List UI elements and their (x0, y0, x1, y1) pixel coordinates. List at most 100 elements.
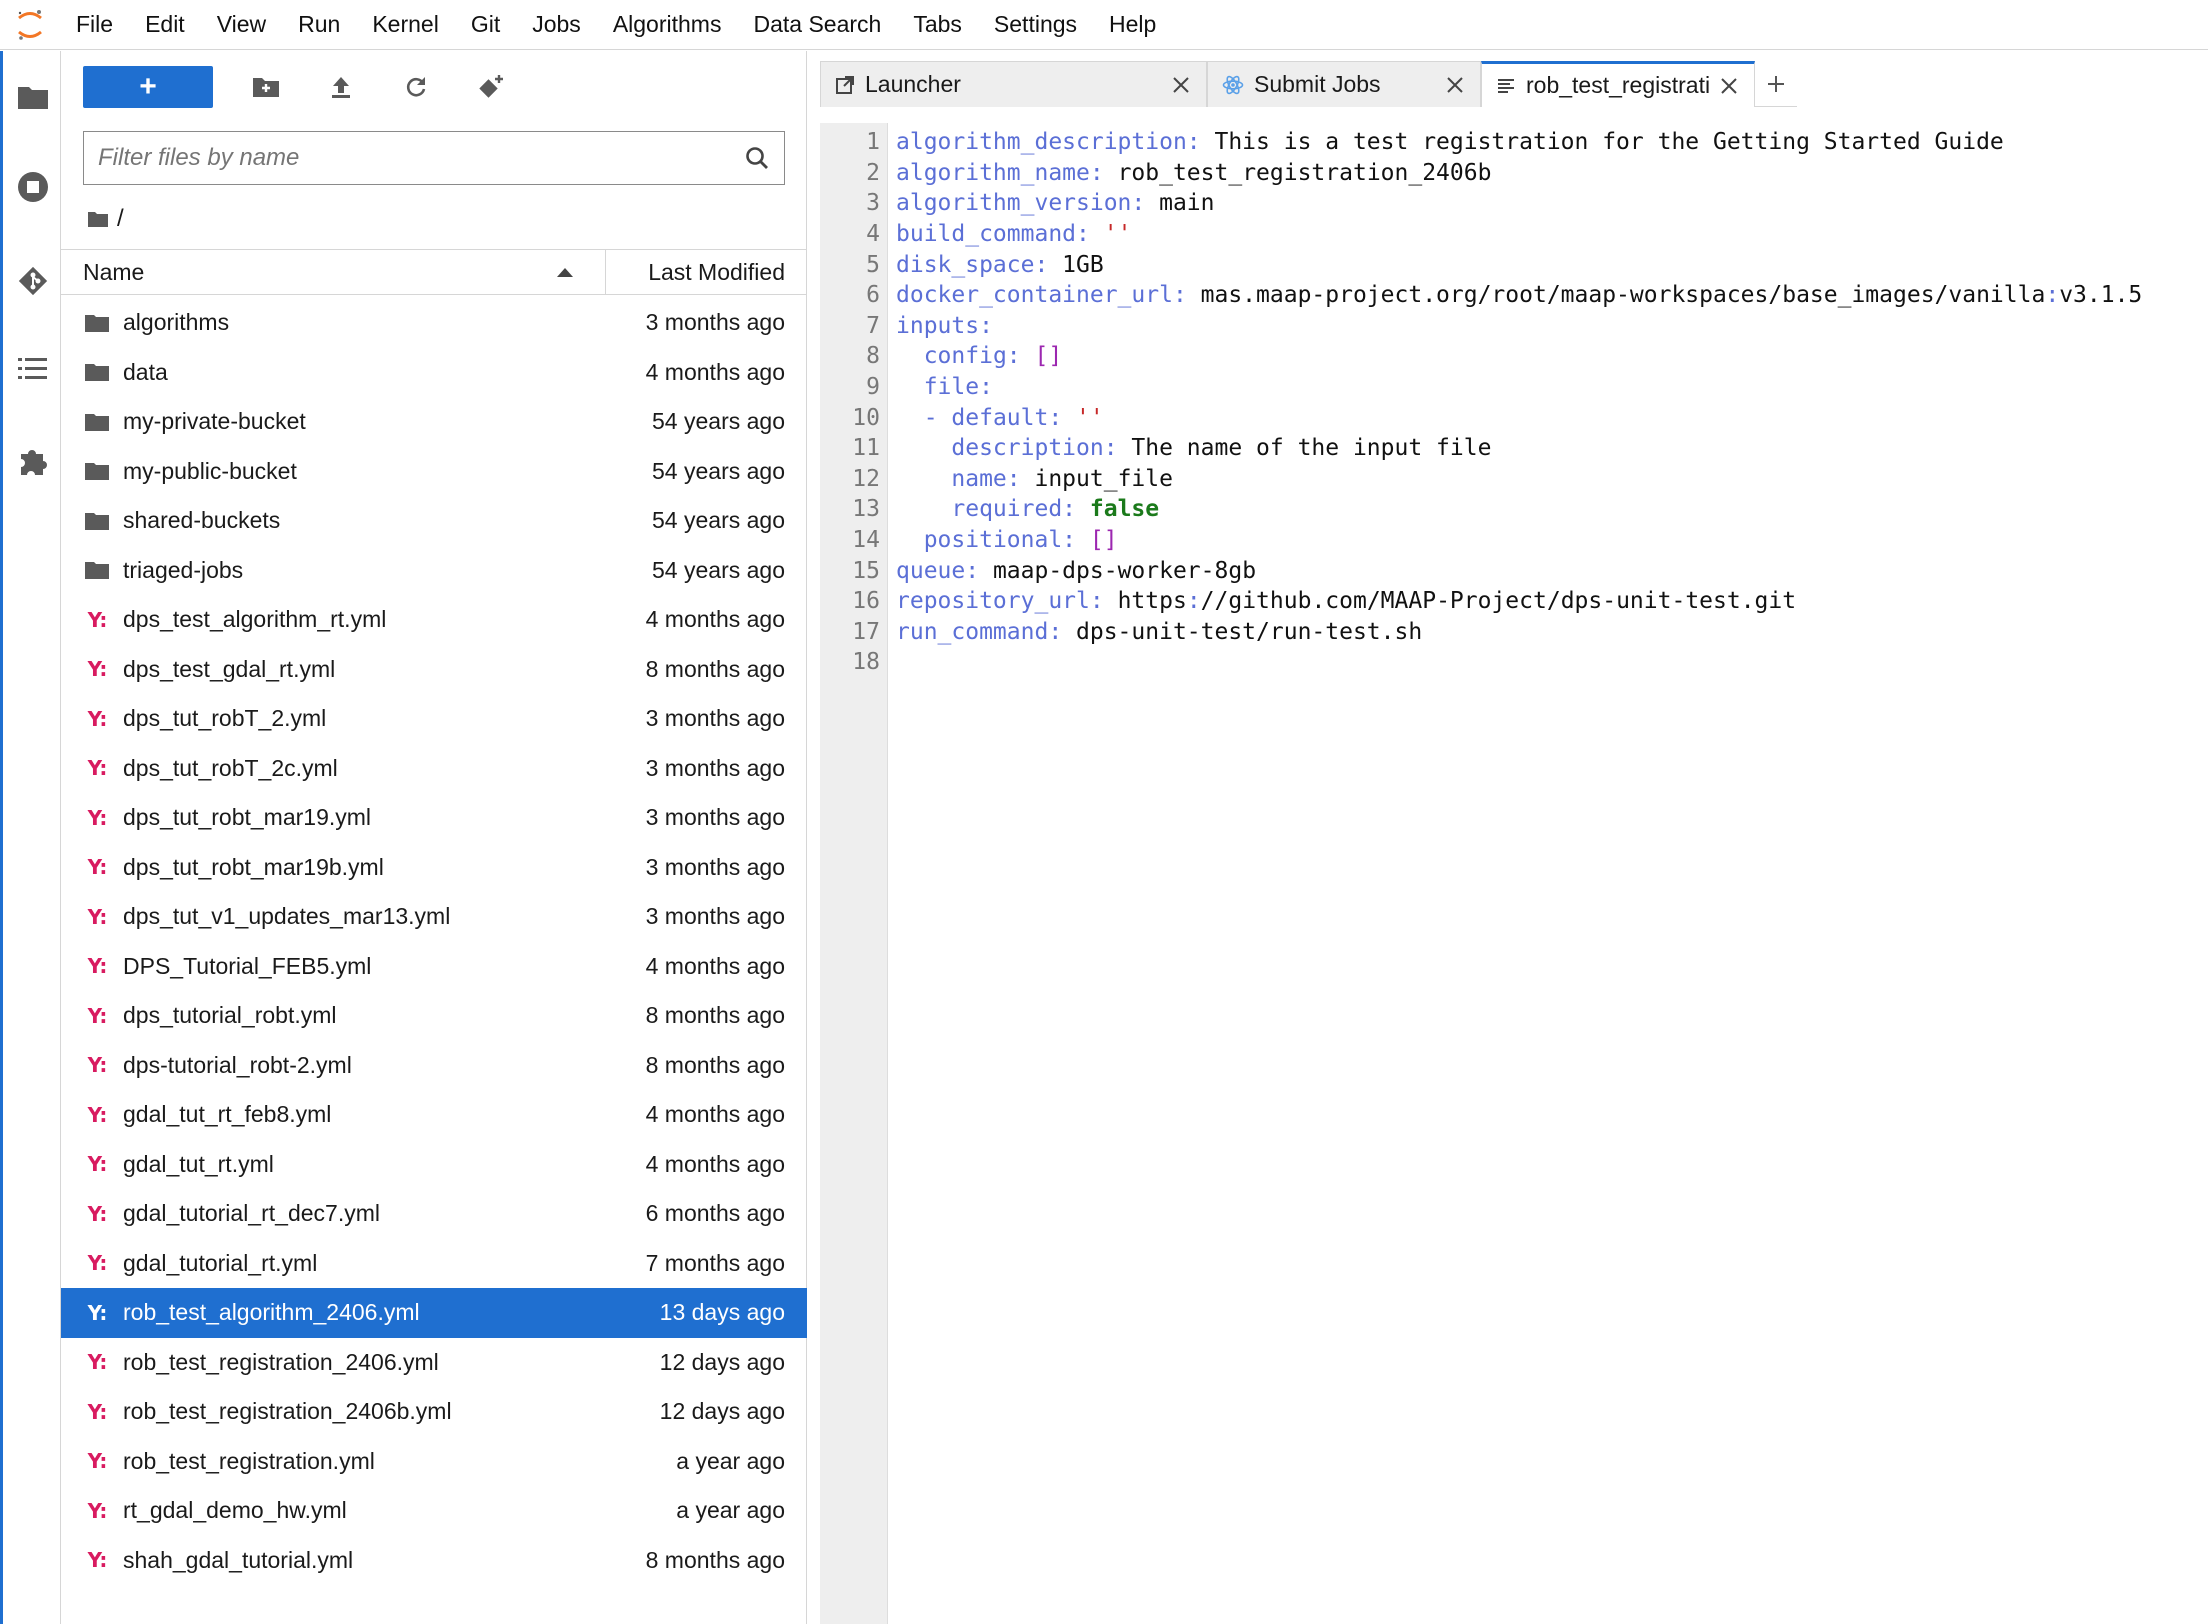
file-row[interactable]: Y: dps_tut_robt_mar19.yml 3 months ago (61, 793, 807, 843)
close-icon[interactable] (1170, 74, 1192, 96)
tab-submit-jobs[interactable]: Submit Jobs (1207, 61, 1481, 107)
running-sessions-icon[interactable] (13, 167, 53, 207)
code-line: 13 required: false (820, 494, 2200, 525)
file-modified: 54 years ago (652, 408, 785, 435)
file-row[interactable]: Y: gdal_tut_rt.yml 4 months ago (61, 1140, 807, 1190)
code-line: 6 docker_container_url: mas.maap-project.… (820, 280, 2200, 311)
file-name: dps_test_algorithm_rt.yml (123, 606, 387, 633)
file-row[interactable]: Y: shah_gdal_tutorial.yml 8 months ago (61, 1536, 807, 1586)
git-clone-icon (479, 75, 503, 98)
new-launcher-button[interactable]: + (83, 66, 213, 108)
menu-help[interactable]: Help (1093, 0, 1172, 50)
file-row[interactable]: Y: dps_tut_v1_updates_mar13.yml 3 months a… (61, 892, 807, 942)
folder-row[interactable]: my-public-bucket 54 years ago (61, 447, 807, 497)
code-text: disk_space: 1GB (880, 252, 1104, 278)
file-row[interactable]: Y: gdal_tutorial_rt_dec7.yml 6 months ago (61, 1189, 807, 1239)
table-of-contents-icon[interactable] (13, 349, 53, 389)
refresh-button[interactable] (394, 65, 438, 109)
code-text: description: The name of the input file (880, 435, 1491, 461)
menu-tabs[interactable]: Tabs (897, 0, 978, 50)
code-text: positional: [] (880, 527, 1118, 553)
git-icon[interactable] (13, 261, 53, 301)
line-number: 5 (866, 251, 880, 278)
code-token: repository_url: (896, 588, 1104, 615)
folder-row[interactable]: data 4 months ago (61, 348, 807, 398)
code-token: https (1103, 588, 1187, 615)
home-folder-icon[interactable] (87, 210, 109, 228)
file-row[interactable]: Y: dps_tutorial_robt.yml 8 months ago (61, 991, 807, 1041)
yaml-file-icon: Y: (87, 706, 108, 731)
file-name: gdal_tut_rt.yml (123, 1150, 274, 1177)
file-row[interactable]: Y: gdal_tutorial_rt.yml 7 months ago (61, 1239, 807, 1289)
name-column-header[interactable]: Name (61, 249, 606, 295)
code-editor[interactable]: 1 algorithm_description: This is a test r… (820, 127, 2200, 678)
file-row[interactable]: Y: DPS_Tutorial_FEB5.yml 4 months ago (61, 942, 807, 992)
file-row[interactable]: Y: dps_tut_robt_mar19b.yml 3 months ago (61, 843, 807, 893)
line-number: 9 (866, 374, 880, 401)
document-tab-bar: Launcher Submit Jobs rob_test_registration… (820, 61, 1797, 107)
filter-files-input[interactable] (98, 144, 744, 172)
git-clone-button[interactable] (469, 65, 513, 109)
yaml-file-icon: Y: (87, 1399, 108, 1424)
filter-files-field[interactable] (83, 131, 785, 185)
file-row[interactable]: Y: rob_test_registration.yml a year ago (61, 1437, 807, 1487)
upload-button[interactable] (319, 65, 363, 109)
code-token: file: (923, 374, 993, 401)
file-modified: 3 months ago (645, 903, 785, 930)
file-row[interactable]: Y: rt_gdal_demo_hw.yml a year ago (61, 1486, 807, 1536)
yaml-file-icon: Y: (87, 855, 108, 880)
file-modified: 4 months ago (645, 1101, 785, 1128)
code-token: build_command: (896, 221, 1090, 248)
file-row[interactable]: Y: dps_tut_robT_2c.yml 3 months ago (61, 744, 807, 794)
file-row[interactable]: Y: dps_tut_robT_2.yml 3 months ago (61, 694, 807, 744)
code-line: 10 - default: '' (820, 402, 2200, 433)
file-row[interactable]: Y: rob_test_registration_2406.yml 12 days … (61, 1338, 807, 1388)
yaml-file-icon: Y: (87, 1449, 108, 1474)
folder-icon (83, 507, 111, 535)
tab-editor-file[interactable]: rob_test_registration_2406 (1481, 61, 1755, 107)
menu-settings[interactable]: Settings (978, 0, 1093, 50)
menu-kernel[interactable]: Kernel (356, 0, 454, 50)
file-row[interactable]: Y: rob_test_algorithm_2406.yml 13 days ago (61, 1288, 807, 1338)
folder-icon[interactable] (13, 77, 53, 117)
tab-launcher[interactable]: Launcher (820, 61, 1207, 107)
code-text: build_command: '' (880, 221, 1131, 247)
menu-file[interactable]: File (60, 0, 129, 50)
activity-bar (0, 51, 61, 1624)
file-name: rob_test_registration_2406.yml (123, 1348, 439, 1375)
file-modified: a year ago (676, 1497, 785, 1524)
code-token: rob_test_registration_2406b (1103, 159, 1492, 186)
close-icon[interactable] (1444, 74, 1466, 96)
yaml-file-icon: Y: (87, 1201, 108, 1226)
breadcrumb-path[interactable]: / (117, 205, 124, 233)
code-token: input_file (1020, 465, 1173, 492)
menu-view[interactable]: View (201, 0, 282, 50)
file-row[interactable]: Y: dps-tutorial_robt-2.yml 8 months ago (61, 1041, 807, 1091)
code-line: 9 file: (820, 372, 2200, 403)
file-row[interactable]: Y: dps_test_gdal_rt.yml 8 months ago (61, 645, 807, 695)
folder-row[interactable]: algorithms 3 months ago (61, 298, 807, 348)
folder-row[interactable]: shared-buckets 54 years ago (61, 496, 807, 546)
code-text: inputs: (880, 313, 993, 339)
menu-edit[interactable]: Edit (129, 0, 201, 50)
file-row[interactable]: Y: gdal_tut_rt_feb8.yml 4 months ago (61, 1090, 807, 1140)
name-column-label: Name (83, 258, 145, 285)
last-modified-column-header[interactable]: Last Modified (606, 259, 807, 286)
file-row[interactable]: Y: rob_test_registration_2406b.yml 12 days… (61, 1387, 807, 1437)
menu-jobs[interactable]: Jobs (516, 0, 597, 50)
code-text: algorithm_name: rob_test_registration_24… (880, 160, 1491, 186)
line-number: 1 (866, 129, 880, 156)
extension-puzzle-icon[interactable] (13, 441, 53, 481)
menu-run[interactable]: Run (282, 0, 356, 50)
close-icon[interactable] (1718, 75, 1740, 97)
file-name: dps_tut_robT_2.yml (123, 705, 327, 732)
folder-row[interactable]: my-private-bucket 54 years ago (61, 397, 807, 447)
yaml-file-icon: Y: (87, 805, 108, 830)
folder-row[interactable]: triaged-jobs 54 years ago (61, 546, 807, 596)
menu-algorithms[interactable]: Algorithms (597, 0, 738, 50)
menu-data-search[interactable]: Data Search (737, 0, 897, 50)
new-tab-button[interactable] (1755, 61, 1797, 107)
new-folder-button[interactable] (244, 65, 288, 109)
file-row[interactable]: Y: dps_test_algorithm_rt.yml 4 months ago (61, 595, 807, 645)
menu-git[interactable]: Git (455, 0, 516, 50)
